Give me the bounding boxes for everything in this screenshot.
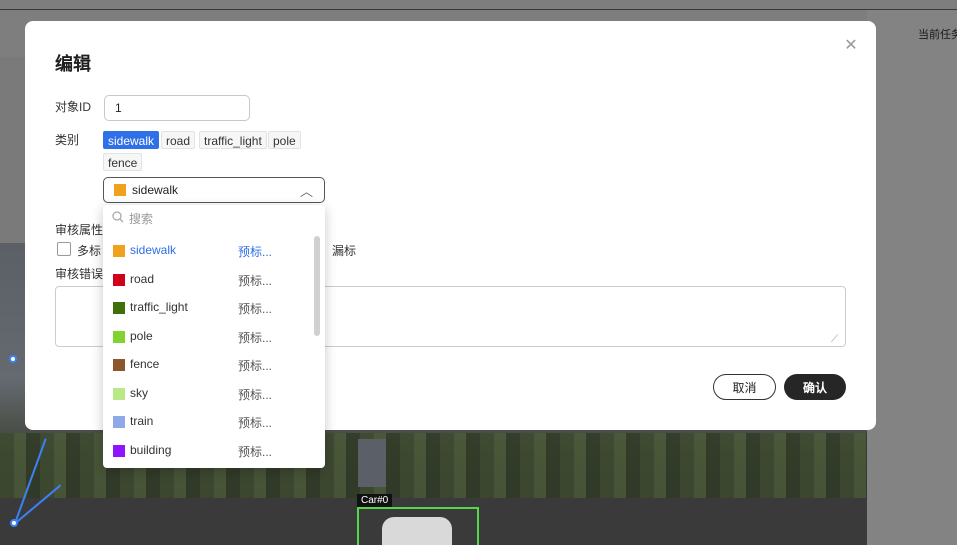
dropdown-search-input[interactable] (129, 209, 309, 229)
option-prelabel: 预标... (238, 245, 273, 259)
color-swatch (113, 359, 125, 371)
review-error-label: 审核错误 (55, 267, 104, 281)
option-name: road (130, 271, 155, 286)
option-name: sidewalk (130, 243, 177, 257)
color-swatch (113, 245, 125, 257)
car-tag-label: Car#0 (357, 494, 393, 507)
close-icon[interactable]: ✕ (844, 38, 858, 54)
canvas-building (358, 439, 386, 487)
object-id-input[interactable]: 1 (104, 95, 250, 121)
chevron-up-icon: ︿ (300, 184, 314, 199)
dropdown-scrollbar[interactable] (314, 236, 320, 336)
dropdown-option-train[interactable]: train 预标... (103, 407, 313, 435)
dropdown-option-pole[interactable]: pole 预标... (103, 322, 313, 350)
option-name: building (130, 442, 172, 457)
category-select[interactable]: sidewalk ︿ (103, 177, 325, 203)
dropdown-option-traffic-light[interactable]: traffic_light 预标... (103, 293, 313, 321)
review-option-multi: 多标 (77, 244, 102, 258)
car-bounding-box[interactable] (357, 507, 479, 545)
color-swatch (113, 416, 125, 428)
color-swatch (113, 302, 125, 314)
category-label: 类别 (55, 133, 80, 147)
color-swatch (113, 273, 125, 286)
category-select-value: sidewalk (132, 183, 179, 197)
option-name: pole (130, 328, 153, 343)
option-name: traffic_light (130, 300, 188, 314)
option-prelabel: 预标... (238, 302, 273, 316)
color-swatch (113, 387, 125, 400)
option-prelabel: 预标... (238, 416, 273, 430)
header-divider (0, 9, 957, 10)
option-prelabel: 预标... (238, 273, 273, 288)
current-task-label: 当前任务 (918, 29, 957, 41)
option-prelabel: 预标... (238, 444, 273, 459)
dropdown-option-road[interactable]: road 预标... (103, 265, 313, 293)
option-name: train (130, 414, 154, 428)
polyline-vertex[interactable] (10, 519, 18, 527)
cancel-button[interactable]: 取消 (713, 374, 776, 400)
review-option-missing: 漏标 (332, 244, 357, 258)
category-tag-road[interactable]: road (161, 131, 196, 149)
color-swatch (113, 444, 125, 457)
right-panel-backdrop (867, 10, 957, 545)
category-dropdown: sidewalk 预标... road 预标... traffic_light 预标...… (103, 205, 325, 468)
option-prelabel: 预标... (238, 330, 273, 345)
dropdown-option-sky[interactable]: sky 预标... (103, 379, 313, 407)
category-tag-fence[interactable]: fence (103, 153, 143, 171)
search-icon (112, 211, 124, 223)
option-prelabel: 预标... (238, 387, 273, 402)
object-id-label: 对象ID (55, 100, 92, 114)
dropdown-option-sidewalk[interactable]: sidewalk 预标... (103, 236, 313, 264)
category-tag-sidewalk[interactable]: sidewalk (103, 131, 160, 149)
option-name: sky (130, 385, 148, 400)
resize-handle-icon[interactable]: ⟋ (831, 334, 838, 345)
option-prelabel: 预标... (238, 359, 273, 373)
dialog-title: 编辑 (55, 54, 91, 74)
category-tag-traffic-light[interactable]: traffic_light (199, 131, 267, 149)
selected-color-swatch (114, 184, 126, 196)
color-swatch (113, 330, 125, 343)
polyline-vertex[interactable] (9, 355, 17, 363)
dropdown-search (103, 205, 325, 233)
option-name: fence (130, 357, 160, 371)
category-tag-pole[interactable]: pole (268, 131, 301, 149)
review-attribute-label: 审核属性 (55, 223, 104, 237)
dropdown-option-building[interactable]: building 预标... (103, 436, 313, 464)
checkbox-multi-label[interactable] (57, 242, 71, 256)
confirm-button[interactable]: 确认 (784, 374, 846, 400)
dropdown-option-fence[interactable]: fence 预标... (103, 350, 313, 378)
